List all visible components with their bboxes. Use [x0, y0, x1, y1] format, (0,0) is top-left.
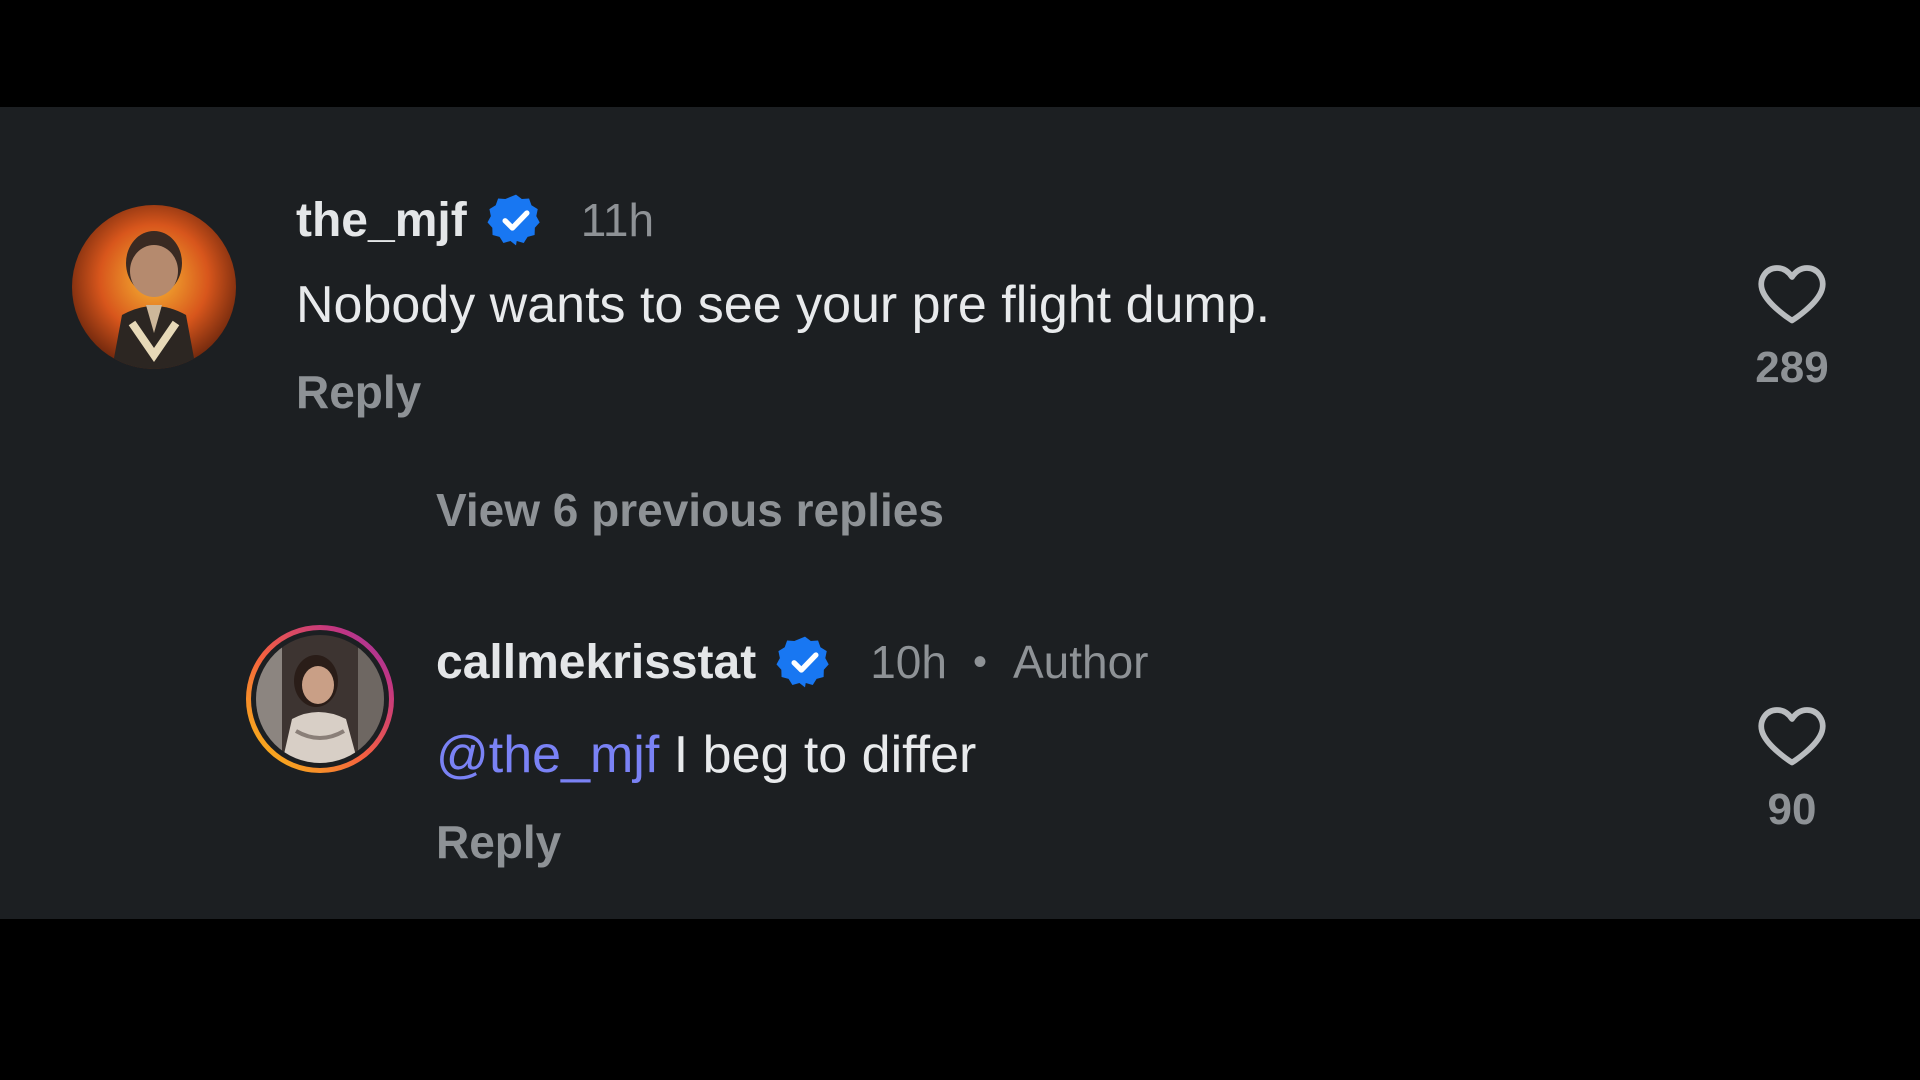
comment-text: @the_mjf I beg to differ: [436, 725, 976, 785]
like-count: 289: [1755, 343, 1829, 392]
heart-outline-icon[interactable]: [1755, 701, 1829, 767]
avatar-the-mjf[interactable]: [72, 205, 236, 369]
comment-text: Nobody wants to see your pre flight dump…: [296, 276, 1271, 334]
verified-badge-icon: [487, 194, 540, 246]
heart-outline-icon[interactable]: [1755, 259, 1829, 325]
avatar-callmekrisstat[interactable]: [246, 625, 394, 773]
comment-header: callmekrisstat 10h • Author: [436, 627, 1149, 697]
like-count: 90: [1767, 785, 1817, 834]
comment-body: I beg to differ: [659, 726, 977, 784]
verified-badge-icon: [776, 636, 829, 688]
avatar-photo-icon: [256, 635, 384, 763]
reply-button[interactable]: Reply: [436, 815, 561, 869]
comment-time: 11h: [580, 194, 655, 246]
comment-time: 10h: [870, 636, 947, 688]
author-label: Author: [1012, 636, 1149, 688]
mention-link[interactable]: @the_mjf: [436, 726, 659, 784]
separator-dot: •: [972, 639, 987, 684]
username[interactable]: the_mjf: [296, 193, 467, 248]
username[interactable]: callmekrisstat: [436, 635, 756, 690]
avatar-photo-icon: [72, 205, 236, 369]
view-previous-replies-button[interactable]: View 6 previous replies: [436, 483, 944, 537]
like-control: 90: [1732, 701, 1852, 835]
comment-header: the_mjf 11h: [296, 185, 654, 255]
like-control: 289: [1732, 259, 1852, 393]
reply-button[interactable]: Reply: [296, 365, 421, 419]
comments-panel: the_mjf 11h Nobody wants to see your pre…: [0, 107, 1920, 919]
